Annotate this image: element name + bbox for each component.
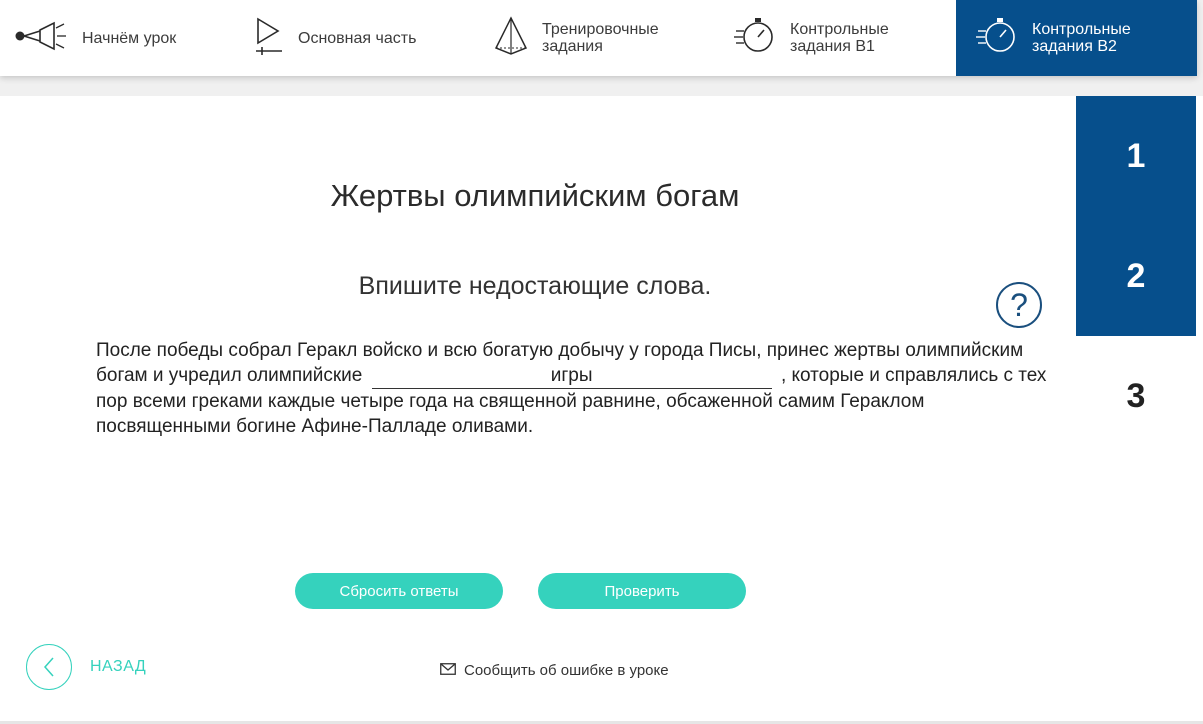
nav-item-control-b1[interactable]: Контрольные задания В1 bbox=[734, 0, 910, 76]
task-title: Жертвы олимпийским богам bbox=[330, 178, 740, 213]
nav-shadow-band bbox=[0, 76, 1203, 96]
stopwatch-icon bbox=[976, 16, 1018, 61]
megaphone-icon bbox=[14, 19, 68, 58]
report-label: Сообщить об ошибке в уроке bbox=[464, 662, 669, 679]
top-navigation: Начнём урок Основная часть Тренировочные… bbox=[0, 0, 1197, 76]
reset-answers-button[interactable]: Сбросить ответы bbox=[295, 573, 503, 609]
nav-item-label: Тренировочные задания bbox=[542, 21, 659, 55]
nav-item-control-b2[interactable]: Контрольные задания В2 bbox=[956, 0, 1197, 76]
help-button[interactable]: ? bbox=[996, 282, 1042, 328]
right-edge bbox=[1197, 0, 1203, 96]
back-label: НАЗАД bbox=[90, 658, 147, 675]
chevron-left-icon bbox=[26, 644, 72, 690]
play-icon bbox=[254, 16, 284, 61]
envelope-icon bbox=[440, 662, 456, 679]
question-mark-icon: ? bbox=[1010, 286, 1028, 323]
step-1[interactable]: 1 bbox=[1076, 96, 1196, 216]
answer-input[interactable] bbox=[371, 364, 772, 389]
report-error-link[interactable]: Сообщить об ошибке в уроке bbox=[440, 662, 669, 679]
nav-item-label: Основная часть bbox=[298, 29, 417, 47]
task-instruction: Впишите недостающие слова. bbox=[358, 272, 712, 300]
pyramid-icon bbox=[494, 15, 528, 61]
nav-item-main-part[interactable]: Основная часть bbox=[254, 0, 416, 76]
nav-item-label: Начнём урок bbox=[82, 29, 177, 47]
nav-item-training-tasks[interactable]: Тренировочные задания bbox=[494, 0, 682, 76]
step-2[interactable]: 2 bbox=[1076, 216, 1196, 336]
nav-item-start-lesson[interactable]: Начнём урок bbox=[14, 0, 176, 76]
stopwatch-icon bbox=[734, 16, 776, 61]
nav-item-label: Контрольные задания В2 bbox=[1032, 21, 1131, 55]
task-text: После победы собрал Геракл войско и всю … bbox=[96, 338, 1056, 439]
nav-item-label: Контрольные задания В1 bbox=[790, 21, 889, 55]
back-link[interactable]: НАЗАД bbox=[26, 644, 146, 690]
check-button[interactable]: Проверить bbox=[538, 573, 746, 609]
step-3[interactable]: 3 bbox=[1076, 336, 1196, 456]
